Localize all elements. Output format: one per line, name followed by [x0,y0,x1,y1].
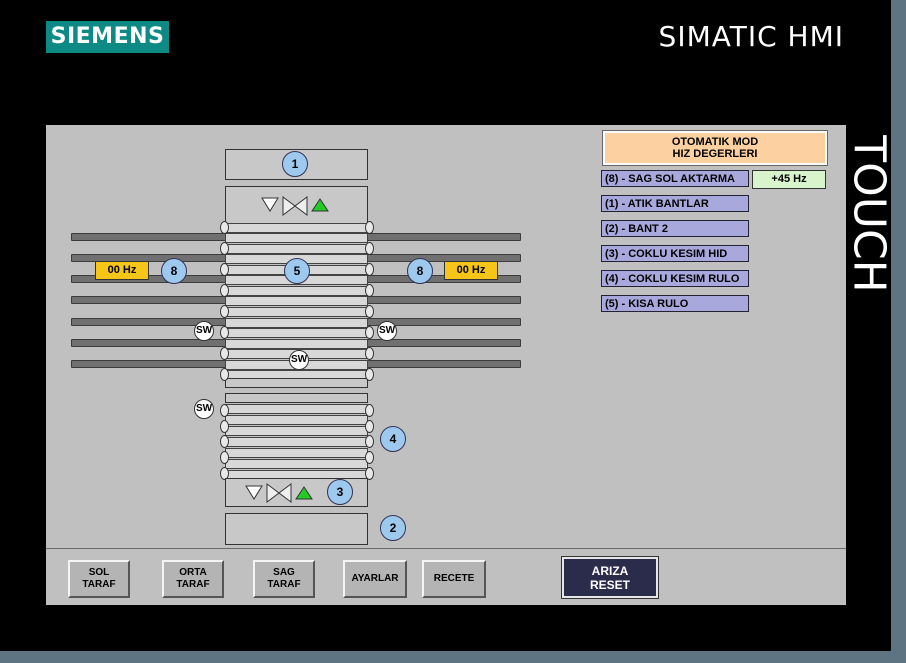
mode-title: OTOMATIK MOD [671,136,759,148]
switch-sensor: SW [289,350,309,370]
roller-end [365,305,374,318]
valve-icon [245,483,313,503]
roller-end [365,284,374,297]
roller-end [365,263,374,276]
roller-end [220,368,229,381]
mode-header: OTOMATIK MOD HIZ DEGERLERI [602,130,828,166]
speed-item-1[interactable]: (1) - ATIK BANTLAR [601,195,749,212]
badge-8-left[interactable]: 8 [161,258,187,284]
fault-reset-button[interactable]: ARIZA RESET [561,556,659,599]
roller-end [220,263,229,276]
mode-subtitle: HIZ DEGERLERI [672,148,758,160]
roller-end [220,305,229,318]
roller [225,415,368,425]
roller-end [365,326,374,339]
roller-end [365,368,374,381]
left-side-label-1: SOL [88,567,110,578]
hz-display-right: 00 Hz [444,261,498,280]
roller-end [365,451,374,464]
roller-end [365,221,374,234]
roller [225,318,368,328]
speed-item-8[interactable]: (8) - SAG SOL AKTARMA [601,170,749,187]
conveyor-5-end [225,378,368,388]
roller [225,296,368,306]
roller [225,307,368,317]
roller [225,244,368,254]
reset-label-2: RESET [589,577,630,592]
roller-end [220,420,229,433]
center-side-label-2: TARAF [176,579,210,590]
badge-8-right[interactable]: 8 [407,258,433,284]
roller [225,328,368,338]
left-side-button[interactable]: SOL TARAF [68,560,130,598]
reset-label-1: ARIZA [591,563,629,578]
settings-button[interactable]: AYARLAR [343,560,407,598]
conveyor-2[interactable] [225,513,368,545]
roller [225,437,368,447]
touch-text: TOUCH [843,134,895,293]
switch-sensor: SW [377,321,397,341]
roller-end [220,326,229,339]
conveyor-4-start [225,393,368,403]
speed-item-3[interactable]: (3) - COKLU KESIM HID [601,245,749,262]
roller-end [220,242,229,255]
roller-end [220,347,229,360]
roller [225,426,368,436]
roller-end [365,242,374,255]
badge-4[interactable]: 4 [380,426,406,452]
switch-sensor: SW [194,321,214,341]
recipe-button[interactable]: RECETE [422,560,486,598]
center-side-label-1: ORTA [179,567,207,578]
switch-sensor: SW [194,399,214,419]
badge-3[interactable]: 3 [327,479,353,505]
speed-item-2[interactable]: (2) - BANT 2 [601,220,749,237]
valve-icon [261,196,329,216]
left-side-label-2: TARAF [82,579,116,590]
roller-end [365,420,374,433]
roller [225,404,368,414]
badge-1[interactable]: 1 [282,151,308,177]
roller [225,459,368,469]
roller [225,448,368,458]
roller-end [220,221,229,234]
badge-2[interactable]: 2 [380,515,406,541]
roller-end [220,435,229,448]
roller [225,339,368,349]
touch-label: TOUCH [844,126,895,301]
roller [225,233,368,243]
siemens-logo: SIEMENS [46,21,169,53]
roller [225,286,368,296]
speed-item-4[interactable]: (4) - COKLU KESIM RULO [601,270,749,287]
roller [225,223,368,233]
speed-value-8[interactable]: +45 Hz [752,170,826,189]
roller-end [220,404,229,417]
simatic-hmi-title: SIMATIC HMI [658,20,844,53]
roller-end [365,347,374,360]
right-side-label-2: TARAF [267,579,301,590]
roller-end [365,435,374,448]
right-side-label-1: SAG [273,567,295,578]
right-side-button[interactable]: SAG TARAF [253,560,315,598]
center-side-button[interactable]: ORTA TARAF [162,560,224,598]
hz-display-left: 00 Hz [95,261,149,280]
roller-end [220,451,229,464]
badge-5[interactable]: 5 [284,258,310,284]
roller-end [220,284,229,297]
valve-station-top[interactable] [225,186,368,224]
hmi-screen: 1 5 8 8 4 3 2 00 Hz 00 Hz SW SW SW SW OT… [46,125,846,605]
nav-separator [46,548,846,549]
roller-end [365,404,374,417]
speed-item-5[interactable]: (5) - KISA RULO [601,295,749,312]
